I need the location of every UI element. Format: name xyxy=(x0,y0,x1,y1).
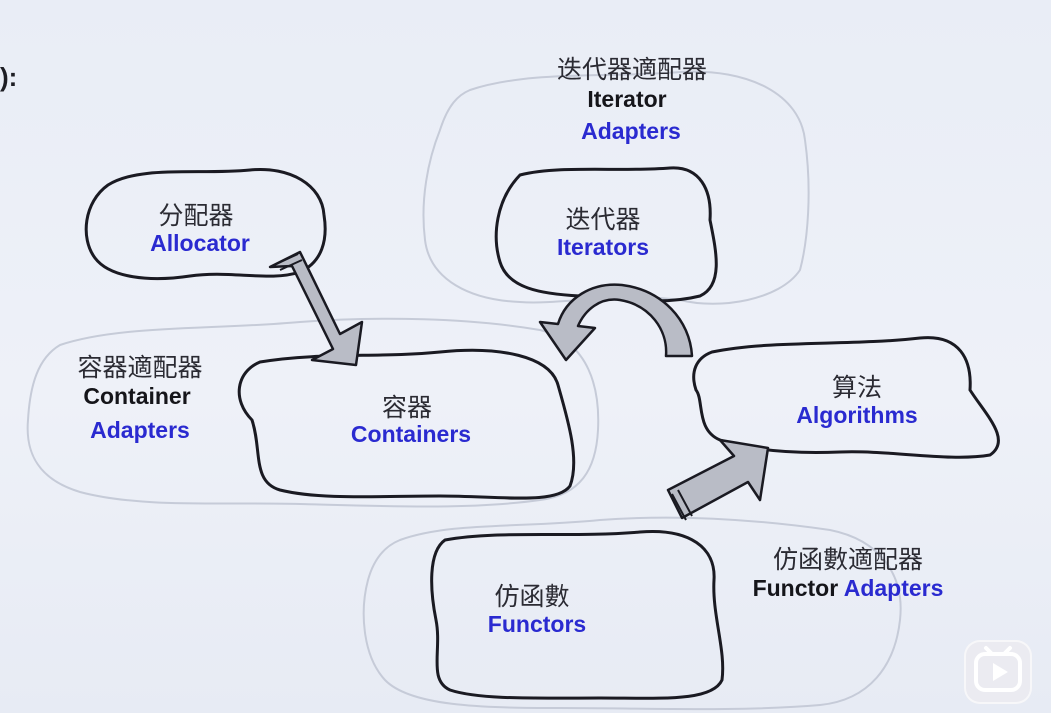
iterator-adapters-en-line1: Iterator xyxy=(587,86,667,112)
container-adapters-zh: 容器適配器 xyxy=(77,353,203,382)
iterators-en: Iterators xyxy=(556,234,650,260)
algorithms-en: Algorithms xyxy=(796,402,918,428)
functor-adapters-en-part1: Functor xyxy=(752,575,839,601)
iterator-adapters-zh: 迭代器適配器 xyxy=(556,55,708,84)
slide-fragment-text: ): xyxy=(0,62,18,92)
container-adapters-en-line1: Container xyxy=(83,383,191,409)
containers-zh: 容器 xyxy=(381,393,433,422)
allocator-zh: 分配器 xyxy=(158,201,234,230)
container-adapters-cloud xyxy=(26,317,600,508)
functors-to-algorithms-arrow xyxy=(666,438,770,521)
allocator-en: Allocator xyxy=(150,230,250,256)
iterator-adapters-en-line2: Adapters xyxy=(581,118,681,144)
video-play-button[interactable] xyxy=(964,640,1032,704)
iterators-zh: 迭代器 xyxy=(565,205,641,234)
functor-adapters-zh: 仿函數適配器 xyxy=(772,545,924,574)
play-icon xyxy=(974,646,1022,692)
algorithms-zh: 算法 xyxy=(831,373,883,402)
functor-adapters-en-part2: Adapters xyxy=(843,575,944,601)
functor-adapters-en: Functor Adapters xyxy=(753,575,944,602)
functors-en: Functors xyxy=(487,611,587,637)
container-adapters-en-line2: Adapters xyxy=(90,417,190,443)
allocator-to-containers-arrow xyxy=(268,250,364,367)
functors-zh: 仿函數 xyxy=(494,582,570,611)
containers-en: Containers xyxy=(350,421,472,447)
